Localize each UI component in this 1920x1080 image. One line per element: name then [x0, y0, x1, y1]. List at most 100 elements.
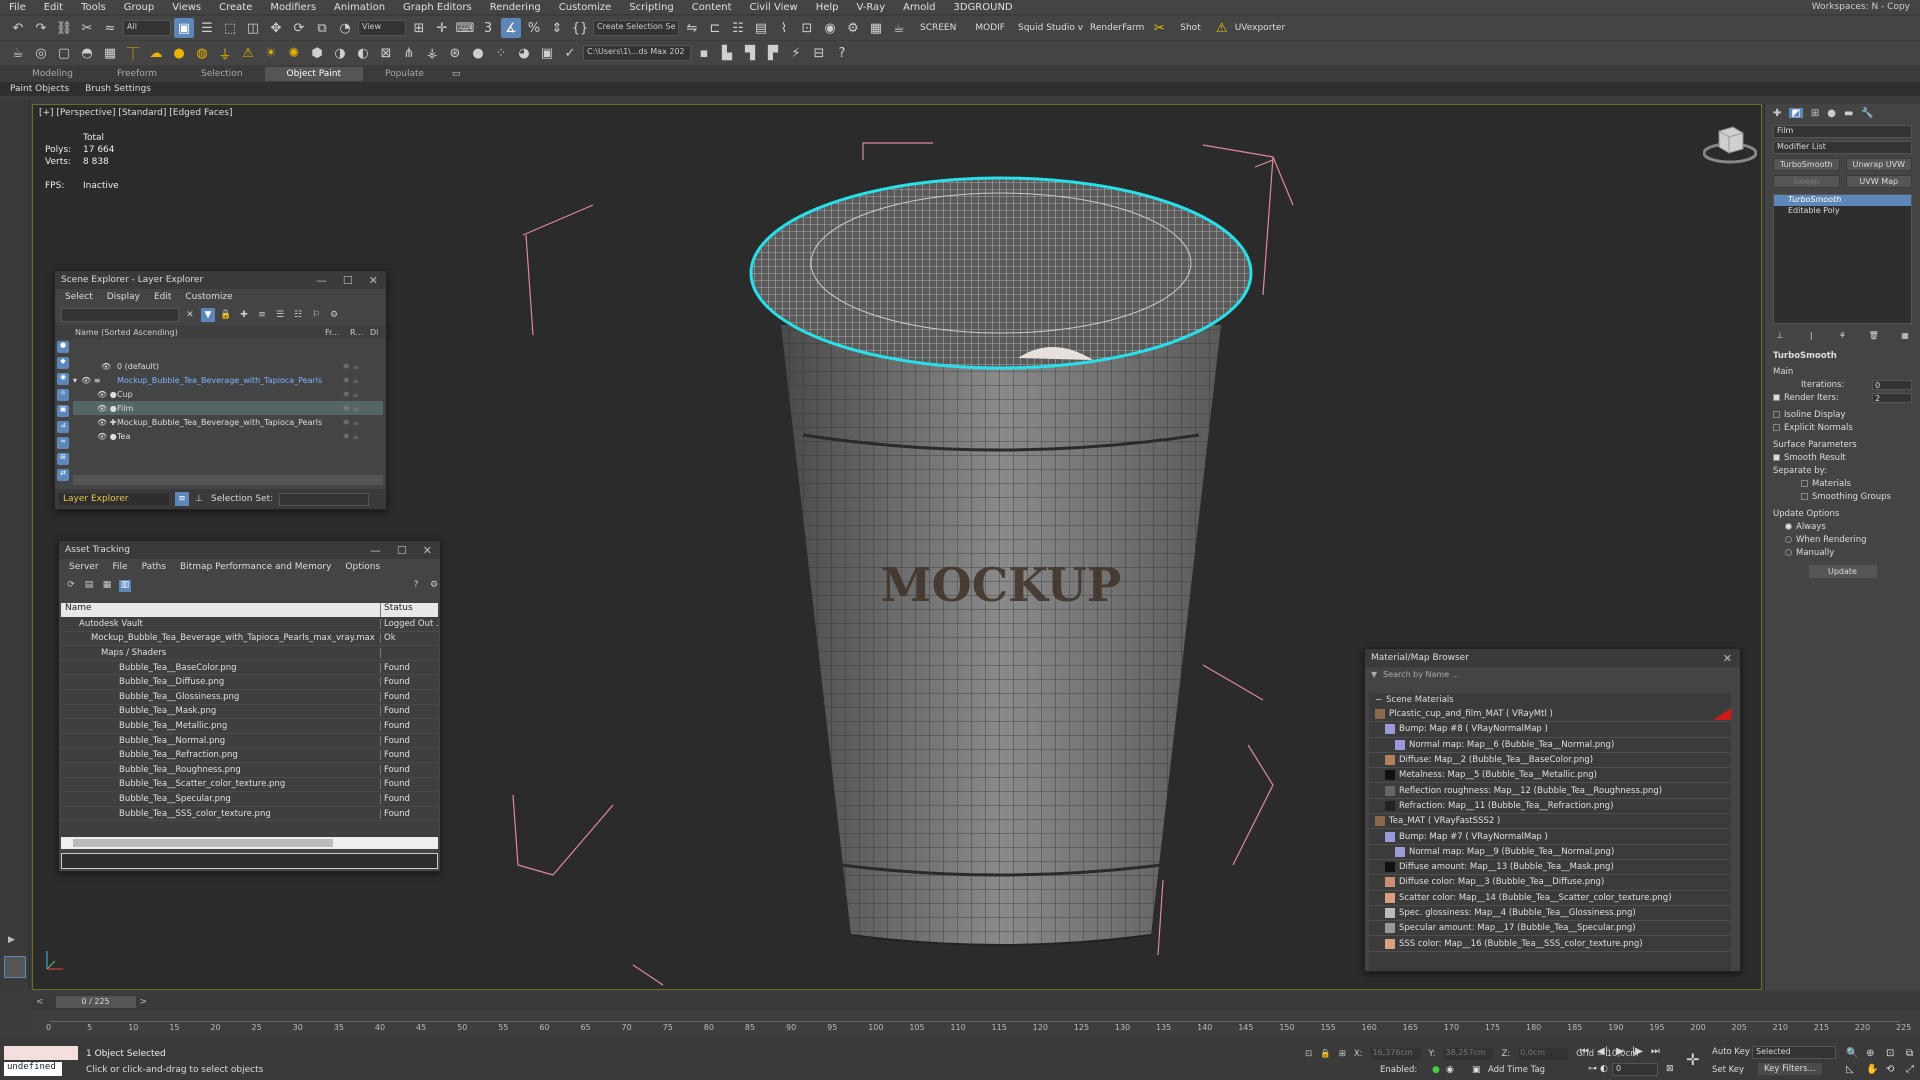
se-menu-select[interactable]: Select: [65, 292, 93, 302]
menu-content[interactable]: Content: [683, 2, 741, 13]
scene-explorer-titlebar[interactable]: Scene Explorer - Layer Explorer — ☐ ✕: [55, 271, 386, 289]
time-slider-thumb[interactable]: 0 / 225: [55, 996, 136, 1008]
table-row[interactable]: Bubble_Tea__Normal.png Found: [61, 734, 438, 749]
edit-named-sel-icon[interactable]: {}: [570, 18, 590, 38]
scissors-icon[interactable]: ✂: [1149, 18, 1169, 38]
layer-mode-icon[interactable]: ≡: [175, 492, 189, 506]
material-row[interactable]: Diffuse amount: Map__13 (Bubble_Tea__Mas…: [1369, 860, 1731, 876]
material-row[interactable]: Bump: Map #7 ( VRayNormalMap ): [1369, 829, 1731, 845]
configure-sets-icon[interactable]: ▦: [1898, 330, 1912, 343]
rotate-icon[interactable]: ⟳: [289, 18, 309, 38]
bind-space-warp-icon[interactable]: ≈: [100, 18, 120, 38]
vray-sun-icon[interactable]: ☀: [261, 43, 281, 63]
se-col-freeze[interactable]: Fr...: [325, 328, 350, 337]
render-iters-spinner[interactable]: 2: [1872, 392, 1912, 403]
keyboard-shortcut-icon[interactable]: ⌨: [455, 18, 475, 38]
teapot-icon[interactable]: ☕: [8, 43, 28, 63]
vray-sphere-icon[interactable]: ●: [169, 43, 189, 63]
menu-create[interactable]: Create: [210, 2, 261, 13]
tab-object-paint[interactable]: Object Paint: [264, 67, 363, 81]
viewport-settings-icon[interactable]: ⊟: [809, 43, 829, 63]
camera-icon[interactable]: ▢: [54, 43, 74, 63]
material-row[interactable]: Diffuse: Map__2 (Bubble_Tea__BaseColor.p…: [1369, 753, 1731, 769]
make-unique-icon[interactable]: ⚘: [1836, 330, 1850, 343]
vray-fur-icon[interactable]: ◑: [330, 43, 350, 63]
vray-ambient-icon[interactable]: ✺: [284, 43, 304, 63]
table-row[interactable]: Bubble_Tea__Roughness.png Found: [61, 763, 438, 778]
zoom-extents-icon[interactable]: ⊡: [1886, 1048, 1894, 1059]
mb-options-icon[interactable]: ▼: [1371, 670, 1377, 679]
link-icon[interactable]: ⛓: [54, 18, 74, 38]
table-row[interactable]: Bubble_Tea__Scatter_color_texture.png Fou…: [61, 778, 438, 793]
expand-arrow-icon[interactable]: ▶: [8, 935, 15, 945]
material-row[interactable]: Refraction: Map__11 (Bubble_Tea__Refract…: [1369, 799, 1731, 815]
display-xrefs-icon[interactable]: ⇄: [57, 469, 69, 481]
material-row[interactable]: Tea_MAT ( VRayFastSSS2 ): [1369, 814, 1731, 830]
menu-modifiers[interactable]: Modifiers: [261, 2, 325, 13]
ref-coord-dropdown[interactable]: View: [358, 20, 406, 36]
select-object-icon[interactable]: ▣: [174, 18, 194, 38]
mb-section-header[interactable]: − Scene Materials: [1369, 693, 1731, 707]
align-icon[interactable]: ⊏: [705, 18, 725, 38]
spinner-snap-icon[interactable]: ⇕: [547, 18, 567, 38]
toggle-ribbon-icon[interactable]: ▤: [751, 18, 771, 38]
vray-scatter-icon[interactable]: ⚶: [422, 43, 442, 63]
remove-modifier-icon[interactable]: 🗑: [1867, 330, 1881, 343]
refresh-icon[interactable]: ⟳: [65, 580, 77, 592]
maxscript-listener-mini[interactable]: [4, 1046, 78, 1060]
table-row[interactable]: Bubble_Tea__Specular.png Found: [61, 792, 438, 807]
track-bar[interactable]: 0 5 10 15 20 25 30 35 40 45 50 55 60 65 70 75 80 85 90 95 10…: [32, 1012, 1920, 1032]
snapshot-icon[interactable]: ⚡: [786, 43, 806, 63]
maximize-icon[interactable]: ☐: [343, 274, 353, 287]
layer-highlight-icon[interactable]: ⚐: [309, 308, 323, 322]
play-icon[interactable]: ▶: [1616, 1046, 1624, 1057]
material-row[interactable]: Scatter color: Map__14 (Bubble_Tea__Scat…: [1369, 891, 1731, 906]
go-to-end-icon[interactable]: ⏭: [1651, 1046, 1660, 1057]
layer-add-icon[interactable]: ☰: [273, 308, 287, 322]
set-project-icon[interactable]: ▙: [717, 43, 737, 63]
materials-checkbox[interactable]: [1801, 480, 1808, 487]
key-selection-dropdown[interactable]: Selected: [1752, 1046, 1836, 1059]
at-col-status[interactable]: Status: [381, 603, 438, 617]
display-tab-icon[interactable]: ▬: [1844, 108, 1853, 119]
menu-scripting[interactable]: Scripting: [620, 2, 682, 13]
pin-icon[interactable]: ⊥: [195, 494, 205, 504]
zoom-all-icon[interactable]: ⊕: [1866, 1048, 1874, 1059]
grid-view-icon[interactable]: ▥: [119, 580, 131, 592]
table-row[interactable]: Bubble_Tea__Mask.png Found: [61, 705, 438, 720]
render-production-icon[interactable]: ☕: [889, 18, 909, 38]
selection-filter-dropdown[interactable]: All: [123, 20, 171, 36]
menu-edit[interactable]: Edit: [35, 2, 72, 13]
explicit-normals-checkbox[interactable]: [1773, 424, 1780, 431]
subtab-brush-settings[interactable]: Brush Settings: [75, 84, 157, 94]
key-filters-button[interactable]: Key Filters...: [1758, 1063, 1822, 1075]
at-menu-bitmap[interactable]: Bitmap Performance and Memory: [180, 562, 331, 572]
viewcube[interactable]: [1702, 125, 1758, 165]
key-mode-icon[interactable]: ⊶: [1588, 1064, 1597, 1074]
always-radio[interactable]: [1785, 523, 1792, 530]
auto-key-button[interactable]: Auto Key: [1712, 1047, 1750, 1057]
filter-icon[interactable]: ▼: [201, 308, 215, 322]
squid-studio-button[interactable]: Squid Studio v: [1016, 23, 1085, 33]
go-to-start-icon[interactable]: ⏮: [1580, 1046, 1589, 1057]
open-project-icon[interactable]: ▜: [740, 43, 760, 63]
utilities-tab-icon[interactable]: 🔧: [1861, 108, 1873, 119]
at-status-field[interactable]: [61, 853, 438, 869]
tree-row[interactable]: 👁 0 (default) ❄ ☕: [73, 359, 383, 373]
render-iters-checkbox[interactable]: [1773, 394, 1780, 401]
tab-modeling[interactable]: Modeling: [10, 67, 95, 81]
add-time-tag-button[interactable]: Add Time Tag: [1488, 1065, 1545, 1075]
maximize-icon[interactable]: ☐: [397, 544, 407, 557]
help-icon[interactable]: ?: [832, 43, 852, 63]
mb-search-input[interactable]: Search by Name ...: [1383, 670, 1459, 679]
vray-ies-icon[interactable]: ⚠: [238, 43, 258, 63]
at-menu-file[interactable]: File: [113, 562, 128, 572]
tree-row[interactable]: 👁 ● Film ❄ ☕: [73, 401, 383, 415]
table-row[interactable]: Maps / Shaders: [61, 646, 438, 661]
menu-help[interactable]: Help: [807, 2, 848, 13]
render-setup-icon[interactable]: ⚙: [843, 18, 863, 38]
display-none-icon[interactable]: ●: [57, 341, 69, 353]
menu-animation[interactable]: Animation: [325, 2, 394, 13]
at-col-name[interactable]: Name: [61, 603, 381, 617]
menu-civil-view[interactable]: Civil View: [741, 2, 807, 13]
